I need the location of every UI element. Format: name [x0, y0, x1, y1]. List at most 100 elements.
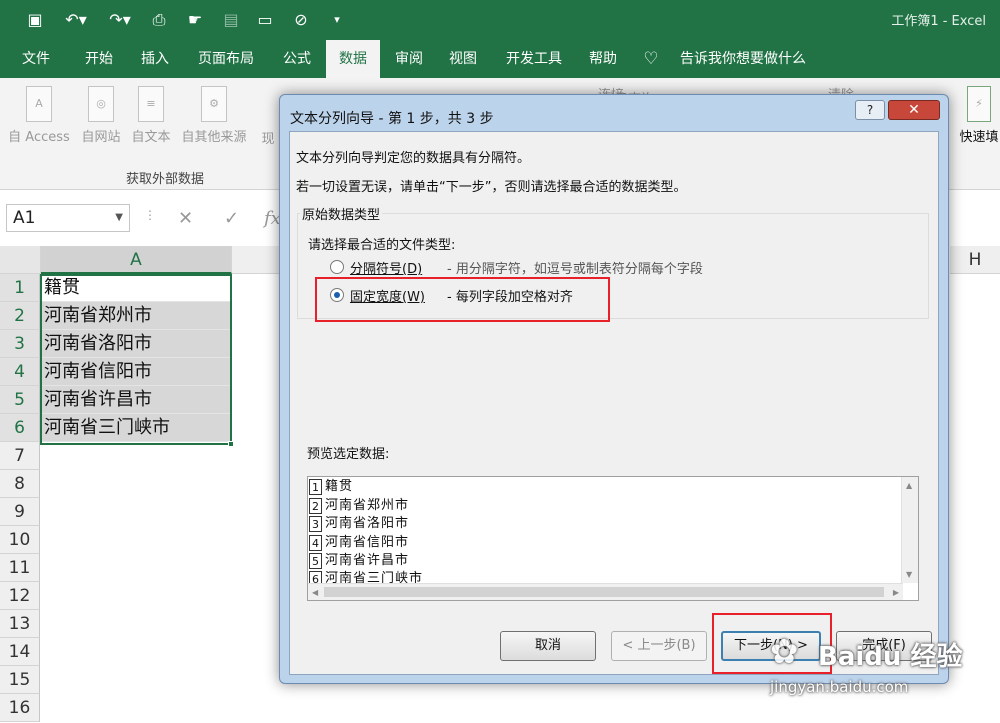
tell-me-search[interactable]: 告诉我你想要做什么 — [668, 40, 818, 78]
tab-formulas[interactable]: 公式 — [272, 40, 322, 78]
delimited-label[interactable]: 分隔符号(D) — [350, 258, 422, 277]
watermark-url: jingyan.baidu.com — [770, 678, 909, 696]
row-header[interactable]: 10 — [0, 526, 40, 554]
preview-row-text: 河南省信阳市 — [325, 535, 410, 550]
from-other-sources-button[interactable]: ⚙ 自其他来源 — [176, 86, 252, 145]
existing-connections-partial[interactable]: 现 — [258, 128, 278, 147]
scroll-thumb[interactable] — [324, 587, 884, 597]
dialog-instruction: 若一切设置无误，请单击“下一步”，否则请选择最合适的数据类型。 — [296, 180, 687, 195]
tab-help[interactable]: 帮助 — [580, 40, 626, 78]
preview-row: 3 河南省洛阳市 — [309, 515, 904, 533]
undo-icon[interactable]: ↶▾ — [58, 8, 94, 32]
baidu-watermark: ✿ Baidu 经验 jingyan.baidu.com — [770, 632, 995, 704]
preview-label: 预览选定数据: — [307, 447, 390, 462]
row-header[interactable]: 13 — [0, 610, 40, 638]
delimited-label-text: 分隔符号(D) — [350, 262, 423, 277]
row-header[interactable]: 7 — [0, 442, 40, 470]
redo-icon[interactable]: ↷▾ — [102, 8, 138, 32]
row-header[interactable]: 15 — [0, 666, 40, 694]
choose-type-label: 请选择最合适的文件类型: — [308, 238, 456, 253]
close-button[interactable]: ✕ — [888, 100, 940, 120]
from-access-label: 自 Access — [8, 130, 70, 145]
select-all-corner[interactable] — [0, 246, 41, 274]
flash-fill-icon: ⚡ — [967, 86, 991, 122]
name-box[interactable]: A1 ▼ — [6, 204, 130, 232]
tab-insert[interactable]: 插入 — [130, 40, 180, 78]
dialog-title: 文本分列向导 - 第 1 步，共 3 步 — [290, 111, 494, 127]
dialog-description: 文本分列向导判定您的数据具有分隔符。 — [296, 151, 531, 166]
scroll-up-icon[interactable]: ▲ — [906, 481, 912, 490]
scroll-right-icon[interactable]: ▶ — [893, 588, 899, 597]
comment-icon[interactable]: ▭ — [254, 8, 276, 32]
scroll-left-icon[interactable]: ◀ — [312, 588, 318, 597]
preview-row: 4 河南省信阳市 — [309, 534, 904, 552]
preview-row-number: 1 — [309, 479, 322, 495]
preview-row-number: 3 — [309, 516, 322, 532]
preview-row: 5 河南省许昌市 — [309, 552, 904, 570]
tab-data[interactable]: 数据 — [326, 40, 380, 78]
from-other-label: 自其他来源 — [181, 130, 247, 145]
flash-fill-button[interactable]: ⚡ 快速填 — [958, 86, 1000, 145]
preview-row-number: 5 — [309, 553, 322, 569]
tab-page-layout[interactable]: 页面布局 — [186, 40, 266, 78]
row-header[interactable]: 16 — [0, 694, 40, 722]
selection-range — [40, 274, 232, 445]
tag-icon[interactable]: ⊘ — [290, 8, 312, 32]
row-header[interactable]: 14 — [0, 638, 40, 666]
column-header-a[interactable]: A — [41, 246, 232, 274]
group-title: 原始数据类型 — [300, 204, 383, 223]
back-button[interactable]: < 上一步(B) — [611, 631, 707, 661]
data-preview[interactable]: 1 籍贯 2 河南省郑州市 3 河南省洛阳市 4 河南省信阳市 5 河南省许昌市 6 河南省… — [307, 476, 919, 601]
from-text-label: 自文本 — [131, 130, 171, 145]
delimited-radio[interactable] — [330, 260, 344, 274]
tab-file[interactable]: 文件 — [12, 40, 60, 78]
row-header[interactable]: 9 — [0, 498, 40, 526]
column-header-h[interactable]: H — [950, 246, 1000, 274]
row-header[interactable]: 4 — [0, 358, 40, 386]
row-header[interactable]: 8 — [0, 470, 40, 498]
enter-formula-icon[interactable]: ✓ — [224, 208, 239, 229]
web-icon: ◎ — [88, 86, 114, 122]
help-button[interactable]: ? — [855, 100, 885, 120]
preview-row-number: 2 — [309, 498, 322, 514]
cancel-formula-icon[interactable]: ✕ — [178, 208, 193, 229]
row-header[interactable]: 1 — [0, 274, 40, 302]
tab-review[interactable]: 审阅 — [384, 40, 434, 78]
preview-row: 2 河南省郑州市 — [309, 497, 904, 515]
from-access-button[interactable]: A 自 Access — [4, 86, 74, 145]
name-box-value: A1 — [13, 208, 36, 228]
row-header[interactable]: 12 — [0, 582, 40, 610]
from-web-button[interactable]: ◎ 自网站 — [76, 86, 126, 145]
row-header[interactable]: 2 — [0, 302, 40, 330]
window-title: 工作簿1 - Excel — [891, 14, 986, 29]
row-header[interactable]: 3 — [0, 330, 40, 358]
preview-row: 1 籍贯 — [309, 478, 904, 496]
lightbulb-icon: ♡ — [643, 49, 659, 69]
preview-row-text: 河南省洛阳市 — [325, 516, 410, 531]
delimited-description: - 用分隔字符，如逗号或制表符分隔每个字段 — [447, 262, 703, 277]
from-text-button[interactable]: ≡ 自文本 — [126, 86, 176, 145]
preview-horizontal-scrollbar[interactable]: ◀ ▶ — [308, 583, 903, 600]
fill-handle[interactable] — [228, 441, 234, 447]
sheet-icon[interactable]: ▤ — [220, 8, 242, 32]
row-header[interactable]: 11 — [0, 554, 40, 582]
tab-view[interactable]: 视图 — [438, 40, 488, 78]
paw-icon: ✿ — [770, 632, 799, 672]
customize-icon[interactable]: ▾ — [330, 8, 344, 32]
scroll-down-icon[interactable]: ▼ — [906, 570, 912, 579]
watermark-brand: Baidu 经验 — [818, 642, 963, 672]
touch-icon[interactable]: ☛ — [184, 8, 206, 32]
tab-home[interactable]: 开始 — [74, 40, 124, 78]
row-header[interactable]: 6 — [0, 414, 40, 442]
chevron-down-icon[interactable]: ▼ — [115, 205, 123, 231]
print-preview-icon[interactable]: ⎙ — [148, 8, 170, 32]
highlight-fixed-width — [315, 277, 610, 322]
preview-vertical-scrollbar[interactable]: ▲ ▼ — [901, 477, 918, 583]
text-file-icon: ≡ — [138, 86, 164, 122]
cancel-button[interactable]: 取消 — [500, 631, 596, 661]
title-bar: ▣ ↶▾ ↷▾ ⎙ ☛ ▤ ▭ ⊘ ▾ 工作簿1 - Excel — [0, 0, 1000, 40]
save-icon[interactable]: ▣ — [24, 8, 46, 32]
row-header[interactable]: 5 — [0, 386, 40, 414]
tab-developer[interactable]: 开发工具 — [494, 40, 574, 78]
preview-row-text: 河南省许昌市 — [325, 553, 410, 568]
